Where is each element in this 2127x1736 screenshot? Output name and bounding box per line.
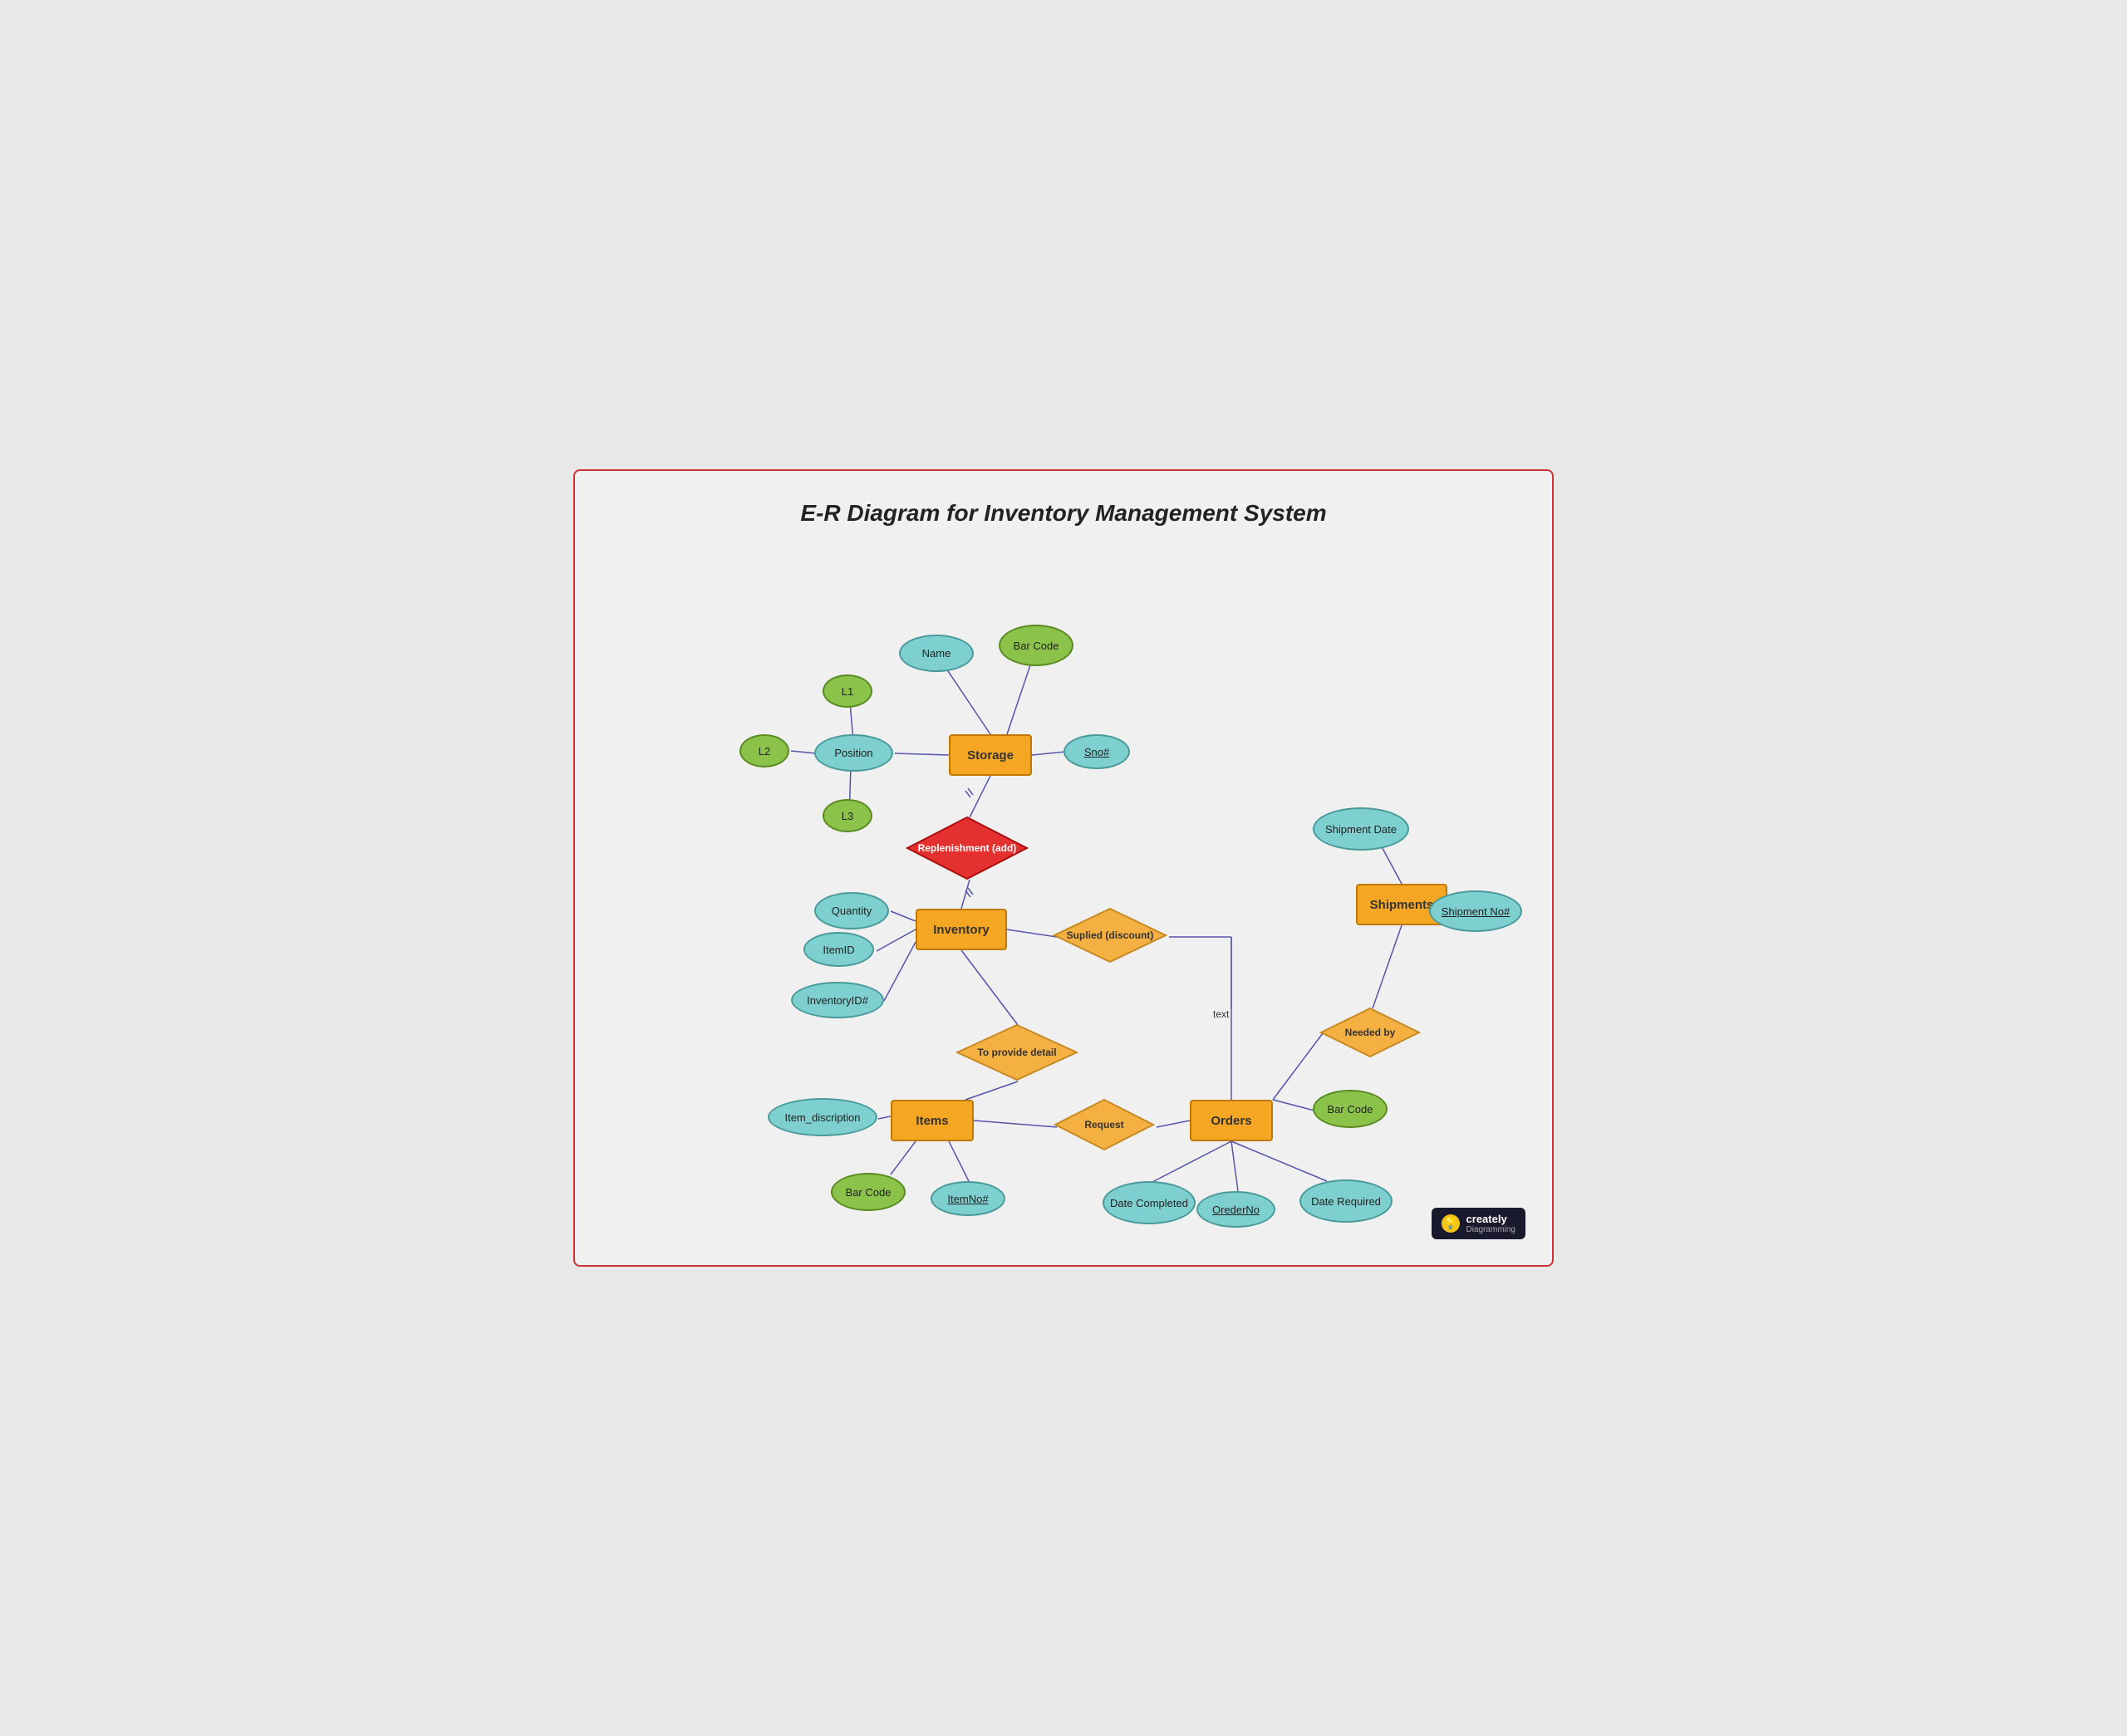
entity-storage: Storage	[949, 734, 1032, 776]
attr-l2: L2	[739, 734, 789, 767]
attr-itemid: ItemID	[803, 932, 874, 967]
attr-itemno: ItemNo#	[931, 1181, 1005, 1216]
creately-brand: creately	[1466, 1213, 1515, 1225]
rel-request: Request	[1054, 1098, 1155, 1151]
diagram-area: text Storage Inventory Items Orders Ship…	[592, 535, 1535, 1249]
diagram-container: E-R Diagram for Inventory Management Sys…	[573, 469, 1554, 1267]
creately-badge: 💡 creately Diagramming	[1432, 1208, 1525, 1239]
attr-barcode-orders: Bar Code	[1313, 1090, 1388, 1128]
attr-l1: L1	[823, 674, 872, 708]
attr-shipment-no: Shipment No#	[1429, 890, 1522, 932]
attr-quantity: Quantity	[814, 892, 889, 929]
attr-date-required: Date Required	[1299, 1179, 1393, 1223]
entity-orders: Orders	[1190, 1100, 1273, 1141]
text-label: text	[1213, 1008, 1229, 1020]
entity-inventory: Inventory	[916, 909, 1007, 950]
diagram-title: E-R Diagram for Inventory Management Sys…	[592, 488, 1535, 535]
attr-orderno: OrederNo	[1196, 1191, 1275, 1228]
attr-barcode-items: Bar Code	[831, 1173, 906, 1211]
creately-sub: Diagramming	[1466, 1225, 1515, 1234]
attr-name: Name	[899, 635, 974, 672]
rel-needed-by: Needed by	[1319, 1007, 1421, 1058]
creately-bulb-icon: 💡	[1442, 1214, 1460, 1233]
rel-replenishment: Replenishment (add)	[906, 816, 1029, 880]
rel-supplied: Suplied (discount)	[1053, 907, 1167, 964]
attr-barcode-storage: Bar Code	[999, 625, 1073, 666]
rel-to-provide: To provide detail	[955, 1023, 1078, 1081]
attr-sno: Sno#	[1064, 734, 1130, 769]
entity-items: Items	[891, 1100, 974, 1141]
attr-l3: L3	[823, 799, 872, 832]
attr-date-completed: Date Completed	[1103, 1181, 1196, 1224]
attr-item-desc: Item_discription	[768, 1098, 877, 1136]
attr-position: Position	[814, 734, 893, 772]
attr-inventoryid: InventoryID#	[791, 982, 884, 1018]
attr-shipment-date: Shipment Date	[1313, 807, 1409, 851]
